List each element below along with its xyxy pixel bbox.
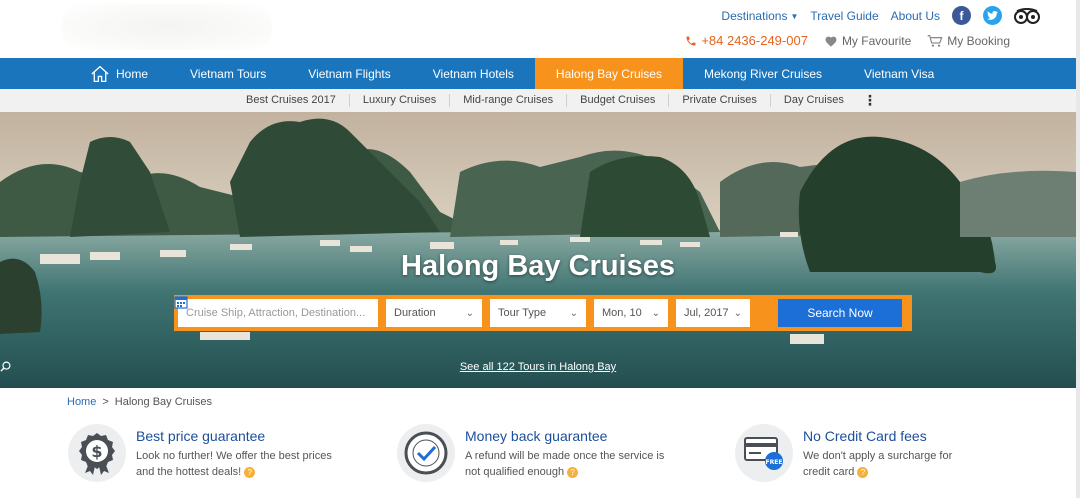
top-links: Destinations ▼ Travel Guide About Us f (721, 6, 1040, 25)
page-scrollbar[interactable] (1076, 0, 1080, 498)
feature-no-card-fees: FREE No Credit Card fees We don't apply … (735, 424, 1013, 482)
see-all-tours-link[interactable]: See all 122 Tours in Halong Bay (0, 361, 1076, 373)
sub-nav: Best Cruises 2017 Luxury Cruises Mid-ran… (0, 89, 1076, 112)
my-favourite-label: My Favourite (841, 33, 912, 48)
breadcrumb-separator-icon: > (102, 396, 109, 408)
home-icon (91, 65, 109, 82)
search-form: Cruise Ship, Attraction, Destination... … (174, 295, 912, 331)
top-actions: +84 2436-249-007 My Favourite My Booking (685, 33, 1010, 48)
facebook-icon[interactable]: f (952, 6, 971, 25)
search-icon (0, 361, 11, 372)
nav-home-label: Home (116, 66, 149, 81)
nav-vietnam-flights[interactable]: Vietnam Flights (287, 58, 411, 89)
top-bar: Destinations ▼ Travel Guide About Us f +8… (0, 0, 1080, 58)
feature-title: No Credit Card fees (803, 428, 927, 444)
help-icon[interactable]: ? (244, 466, 256, 478)
day-value: Mon, 10 (602, 307, 642, 319)
feature-description: A refund will be made once the service i… (465, 448, 675, 480)
tripadvisor-icon[interactable] (1014, 6, 1040, 25)
subnav-luxury-cruises[interactable]: Luxury Cruises (350, 94, 451, 107)
subnav-midrange-cruises[interactable]: Mid-range Cruises (450, 94, 568, 107)
destinations-label: Destinations (721, 8, 788, 23)
money-back-badge-icon (397, 424, 455, 482)
nav-home[interactable]: Home (88, 58, 169, 89)
hero-banner: Halong Bay Cruises Cruise Ship, Attracti… (0, 112, 1076, 388)
chevron-down-icon: ⌄ (733, 307, 742, 319)
twitter-icon[interactable] (983, 6, 1002, 25)
feature-line: A refund will be made once the service i… (465, 450, 665, 462)
tour-type-select[interactable]: Tour Type ⌄ (490, 299, 586, 327)
caret-down-icon: ▼ (790, 11, 799, 21)
nav-vietnam-visa[interactable]: Vietnam Visa (843, 58, 955, 89)
feature-money-back: Money back guarantee A refund will be ma… (397, 424, 675, 482)
hero-title: Halong Bay Cruises (401, 250, 675, 282)
cart-icon (927, 34, 943, 47)
feature-title: Best price guarantee (136, 428, 266, 444)
nav-mekong-river-cruises[interactable]: Mekong River Cruises (683, 58, 843, 89)
month-value: Jul, 2017 (684, 307, 729, 319)
my-booking-label: My Booking (947, 33, 1010, 48)
tour-type-value: Tour Type (498, 307, 547, 319)
feature-line: and the hottest deals! (136, 466, 242, 478)
phone-number: +84 2436-249-007 (701, 33, 808, 48)
breadcrumb: Home > Halong Bay Cruises (67, 396, 212, 408)
heart-icon (825, 36, 837, 47)
breadcrumb-home[interactable]: Home (67, 396, 96, 408)
subnav-private-cruises[interactable]: Private Cruises (669, 94, 771, 107)
search-input[interactable]: Cruise Ship, Attraction, Destination... (178, 299, 378, 327)
svg-text:FREE: FREE (766, 459, 783, 466)
subnav-budget-cruises[interactable]: Budget Cruises (567, 94, 670, 107)
feature-description: Look no further! We offer the best price… (136, 448, 346, 480)
month-select[interactable]: Jul, 2017 ⌄ (676, 299, 750, 327)
feature-title: Money back guarantee (465, 428, 608, 444)
phone-icon (686, 36, 696, 45)
my-booking-link[interactable]: My Booking (927, 34, 1010, 48)
chevron-down-icon: ⌄ (651, 307, 660, 319)
day-select[interactable]: Mon, 10 ⌄ (594, 299, 668, 327)
about-us-link[interactable]: About Us (891, 9, 940, 23)
feature-line: Look no further! We offer the best price… (136, 450, 332, 462)
help-icon[interactable]: ? (567, 466, 579, 478)
phone-link[interactable]: +84 2436-249-007 (685, 33, 808, 48)
see-all-tours-label: See all 122 Tours in Halong Bay (459, 361, 617, 373)
more-menu-icon[interactable]: ⋮ (863, 92, 877, 109)
duration-value: Duration (394, 307, 436, 319)
search-now-button[interactable]: Search Now (778, 299, 902, 327)
credit-card-icon: FREE (735, 424, 793, 482)
duration-select[interactable]: Duration ⌄ (386, 299, 482, 327)
nav-vietnam-hotels[interactable]: Vietnam Hotels (412, 58, 535, 89)
price-badge-icon: $ (68, 424, 126, 482)
chevron-down-icon: ⌄ (465, 307, 474, 319)
help-icon[interactable]: ? (857, 466, 869, 478)
nav-halong-bay-cruises[interactable]: Halong Bay Cruises (534, 58, 683, 89)
feature-best-price: $ Best price guarantee Look no further! … (68, 424, 346, 482)
svg-text:$: $ (91, 442, 102, 461)
subnav-best-cruises[interactable]: Best Cruises 2017 (233, 94, 350, 107)
feature-line: credit card (803, 466, 855, 478)
main-nav: Home Vietnam Tours Vietnam Flights Vietn… (0, 58, 1076, 89)
destinations-link[interactable]: Destinations ▼ (721, 9, 798, 23)
travel-guide-link[interactable]: Travel Guide (810, 9, 878, 23)
feature-description: We don't apply a surcharge for credit ca… (803, 448, 1013, 480)
nav-vietnam-tours[interactable]: Vietnam Tours (169, 58, 287, 89)
subnav-day-cruises[interactable]: Day Cruises (771, 94, 857, 107)
my-favourite-link[interactable]: My Favourite (824, 34, 911, 48)
chevron-down-icon: ⌄ (569, 307, 578, 319)
calendar-icon[interactable] (174, 296, 770, 327)
site-logo[interactable] (62, 4, 272, 50)
feature-line: not qualified enough (465, 466, 565, 478)
feature-line: We don't apply a surcharge for (803, 450, 953, 462)
breadcrumb-current: Halong Bay Cruises (114, 396, 212, 408)
